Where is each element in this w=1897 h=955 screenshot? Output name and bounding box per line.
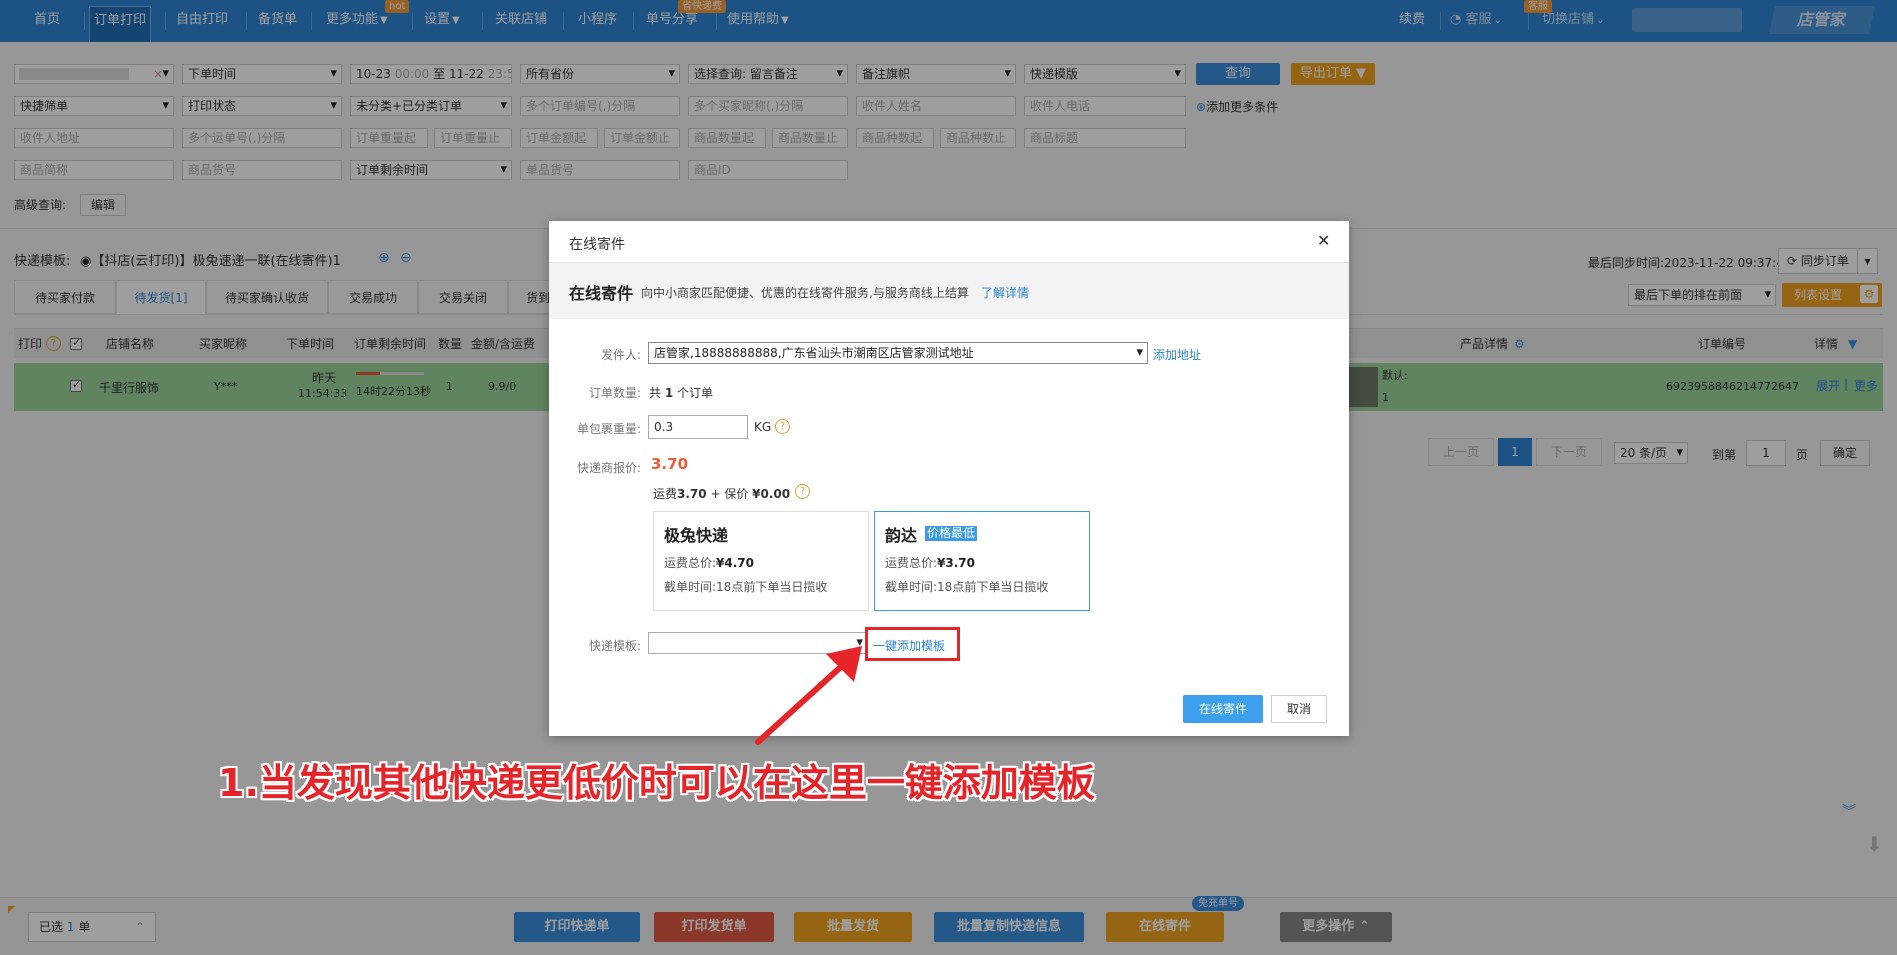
weight-input[interactable]: 0.3 [648,415,748,439]
insure-pre: + 保价 [710,487,749,501]
carrier-freight-value: ¥3.70 [937,556,976,570]
insure-value: ¥0.00 [752,487,791,501]
add-template-link[interactable]: 一键添加模板 [873,637,945,654]
carrier-name: 韵达 [885,526,918,545]
dialog-header: 在线寄件 ✕ [549,221,1349,263]
freight-breakdown: 运费3.70 + 保价 ¥0.00 [653,485,790,502]
carrier-cutoff-label: 截单时间: [885,580,938,594]
add-address-link[interactable]: 添加地址 [1153,346,1201,363]
order-count: 共 1 个订单 [649,384,713,401]
order-count-post: 个订单 [677,386,714,400]
carrier-cutoff-value: 18点前下单当日揽收 [716,580,828,594]
order-count-num: 1 [664,386,674,400]
carrier-cutoff-label: 截单时间: [664,580,717,594]
learn-more-link[interactable]: 了解详情 [981,284,1029,301]
submit-online-send-button[interactable]: 在线寄件 [1183,695,1263,723]
carrier-cutoff-value: 18点前下单当日揽收 [937,580,1049,594]
weight-label: 单包裹重量: [576,422,641,436]
help-icon[interactable]: ? [775,419,790,434]
carrier-card-yunda[interactable]: 韵达 价格最低 运费总价:¥3.70 截单时间:18点前下单当日揽收 [874,511,1090,611]
freight-value: 3.70 [677,487,707,501]
carrier-freight: 运费总价:¥3.70 [885,554,975,571]
sender-select[interactable]: 店管家,18888888888,广东省汕头市潮南区店管家测试地址 [648,342,1148,364]
template-label: 快递模板: [588,639,641,653]
annotation-text: 1.当发现其他快递更低价时可以在这里一键添加模板 [218,761,1095,805]
carrier-freight-label: 运费总价: [885,556,938,570]
carrier-freight: 运费总价:¥4.70 [664,554,754,571]
annotation-arrow [755,646,862,745]
dialog-banner: 在线寄件 向中小商家匹配便捷、优惠的在线寄件服务,与服务商线上结算 了解详情 [549,263,1349,319]
price-value: 3.70 [651,455,689,473]
carrier-name: 极兔快递 [664,526,729,545]
lowest-price-tag: 价格最低 [925,526,978,541]
carrier-freight-label: 运费总价: [664,556,717,570]
order-count-label: 订单数量: [588,386,641,400]
weight-unit: KG [754,420,772,434]
carrier-card-jitu[interactable]: 极兔快递 运费总价:¥4.70 截单时间:18点前下单当日揽收 [653,511,869,611]
carrier-cutoff: 截单时间:18点前下单当日揽收 [885,578,1048,595]
price-label: 快递商报价: [576,461,641,475]
banner-desc: 向中小商家匹配便捷、优惠的在线寄件服务,与服务商线上结算 [641,286,969,300]
cancel-button[interactable]: 取消 [1271,695,1327,723]
order-count-pre: 共 [649,386,662,400]
freight-pre: 运费 [653,487,678,501]
dialog-title: 在线寄件 [569,237,625,253]
banner-title: 在线寄件 [569,284,634,303]
close-icon[interactable]: ✕ [1317,231,1330,250]
carrier-cutoff: 截单时间:18点前下单当日揽收 [664,578,827,595]
sender-label: 发件人: [600,348,641,362]
online-send-dialog: 在线寄件 ✕ 在线寄件 向中小商家匹配便捷、优惠的在线寄件服务,与服务商线上结算… [549,221,1349,736]
carrier-freight-value: ¥4.70 [716,556,755,570]
help-icon[interactable]: ? [795,484,810,499]
